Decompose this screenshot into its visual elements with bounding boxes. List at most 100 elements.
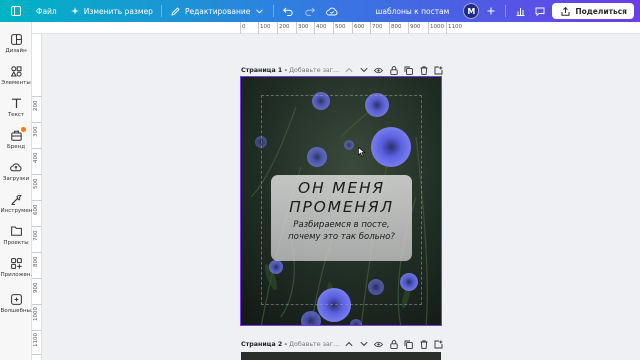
ruler-tick: 300 [298, 24, 309, 30]
sidebar-item-label: Приложен... [0, 272, 32, 278]
sparkle-icon [69, 5, 81, 17]
resize-label: Изменить размер [83, 6, 153, 16]
delete-page-icon[interactable] [419, 339, 428, 349]
move-up-icon[interactable] [344, 66, 353, 75]
pencil-icon [170, 5, 182, 17]
sidebar-toggle-icon [10, 5, 22, 17]
undo-button[interactable] [277, 0, 299, 22]
share-label: Поделиться [575, 6, 627, 16]
ruler-tick-line [32, 252, 42, 253]
lock-icon[interactable] [389, 65, 398, 75]
chevron-down-icon [253, 5, 265, 17]
design-canvas-page-1[interactable]: ОН МЕНЯ ПРОМЕНЯЛ Разбираемся в посте, по… [240, 76, 442, 326]
ruler-tick-line [32, 174, 42, 175]
subtitle-line-2[interactable]: почему это так больно? [271, 231, 412, 243]
ruler-tick-line [428, 22, 429, 34]
projects-icon [9, 224, 23, 238]
subtitle-line-1[interactable]: Разбираемся в посте, [271, 219, 412, 231]
ruler-tick: 400 [316, 24, 327, 30]
hide-page-icon[interactable] [374, 66, 383, 75]
tools-icon [9, 192, 23, 206]
ruler-tick: 800 [33, 256, 39, 268]
insights-button[interactable] [512, 3, 528, 19]
headline-line-2[interactable]: ПРОМЕНЯЛ [271, 198, 412, 217]
hide-page-icon[interactable] [374, 340, 383, 349]
ruler-tick-line [446, 22, 447, 34]
sidebar-item-uploads[interactable]: Загрузки [0, 160, 32, 182]
ruler-tick-line [314, 22, 315, 34]
edit-mode-dropdown[interactable]: Редактирование [165, 0, 270, 22]
uploads-icon [9, 160, 23, 174]
page-1-header: Страница 1 - Добавьте заг... [241, 64, 443, 76]
cloud-save-button[interactable] [321, 0, 343, 22]
page-title-input[interactable]: Добавьте заг... [289, 341, 339, 348]
headline-line-1[interactable]: ОН МЕНЯ [271, 179, 412, 198]
design-canvas-page-2[interactable] [241, 352, 441, 360]
ruler-tick-line [389, 22, 390, 34]
share-button[interactable]: Поделиться [552, 3, 634, 19]
resize-button[interactable]: Изменить размер [64, 0, 158, 22]
plus-icon [485, 5, 497, 17]
horizontal-ruler: 0 100 200 300 400 500 600 700 800 900 10… [32, 22, 640, 34]
mouse-cursor-icon [358, 147, 366, 157]
sidebar-item-design[interactable]: Дизайн [0, 32, 32, 54]
share-upload-icon [559, 5, 571, 17]
ruler-tick-line [32, 200, 42, 201]
ruler-tick-line [240, 22, 241, 34]
add-collaborator-button[interactable] [483, 3, 499, 19]
ruler-tick: 1100 [448, 24, 462, 30]
divider [160, 5, 162, 17]
comment-icon [534, 5, 546, 17]
lock-icon[interactable] [389, 339, 398, 349]
ruler-tick: 900 [33, 282, 39, 294]
ruler-tick: 600 [33, 204, 39, 216]
ruler-tick: 800 [391, 24, 402, 30]
divider [273, 5, 275, 17]
ruler-tick-line [32, 278, 42, 279]
file-menu-label: Файл [36, 6, 57, 16]
sidebar-item-label: Волшебны... [0, 308, 32, 314]
magic-icon [9, 292, 23, 306]
sidebar-item-projects[interactable]: Проекты [0, 224, 32, 246]
avatar[interactable]: M [463, 3, 480, 19]
delete-page-icon[interactable] [419, 65, 428, 75]
sidebar-item-label: Элементы [1, 80, 31, 86]
sidebar-item-tools[interactable]: Инструмен... [0, 192, 32, 214]
ruler-tick-line [333, 22, 334, 34]
sidebar-item-apps[interactable]: Приложен... [0, 256, 32, 278]
ruler-tick-line [258, 22, 259, 34]
duplicate-page-icon[interactable] [404, 340, 413, 349]
text-card[interactable]: ОН МЕНЯ ПРОМЕНЯЛ Разбираемся в посте, по… [271, 175, 412, 261]
ruler-tick-line [370, 22, 371, 34]
ruler-tick-line [32, 304, 42, 305]
add-page-icon[interactable] [434, 340, 443, 349]
sidebar-item-brand[interactable]: Бренд [0, 127, 32, 150]
page-title-input[interactable]: Добавьте заг... [289, 67, 339, 74]
ruler-tick-line [296, 22, 297, 34]
page-2-header: Страница 2 - Добавьте заг... [241, 338, 443, 350]
duplicate-page-icon[interactable] [404, 66, 413, 75]
move-up-icon[interactable] [344, 340, 353, 349]
add-page-icon[interactable] [434, 66, 443, 75]
file-menu[interactable]: Файл [31, 0, 62, 22]
divider [505, 5, 507, 17]
design-icon [9, 32, 23, 46]
elements-icon [9, 64, 23, 78]
ruler-tick: 1000 [430, 24, 444, 30]
comments-button[interactable] [532, 3, 548, 19]
project-title[interactable]: шаблоны к постам [375, 7, 449, 16]
sidebar-item-label: Загрузки [2, 176, 30, 182]
ruler-tick: 1100 [33, 333, 39, 347]
move-down-icon[interactable] [359, 66, 368, 75]
sidebar-item-label: Дизайн [5, 48, 27, 54]
redo-button[interactable] [299, 0, 321, 22]
sidebar-item-magic[interactable]: Волшебны... [0, 292, 32, 314]
sidebar-toggle-button[interactable] [0, 0, 27, 22]
ruler-tick-line [408, 22, 409, 34]
ruler-tick: 700 [372, 24, 383, 30]
sidebar-item-text[interactable]: Текст [0, 96, 32, 118]
sidebar-item-elements[interactable]: Элементы [0, 64, 32, 86]
move-down-icon[interactable] [359, 340, 368, 349]
ruler-tick-line [32, 354, 42, 355]
ruler-tick-line [32, 148, 42, 149]
